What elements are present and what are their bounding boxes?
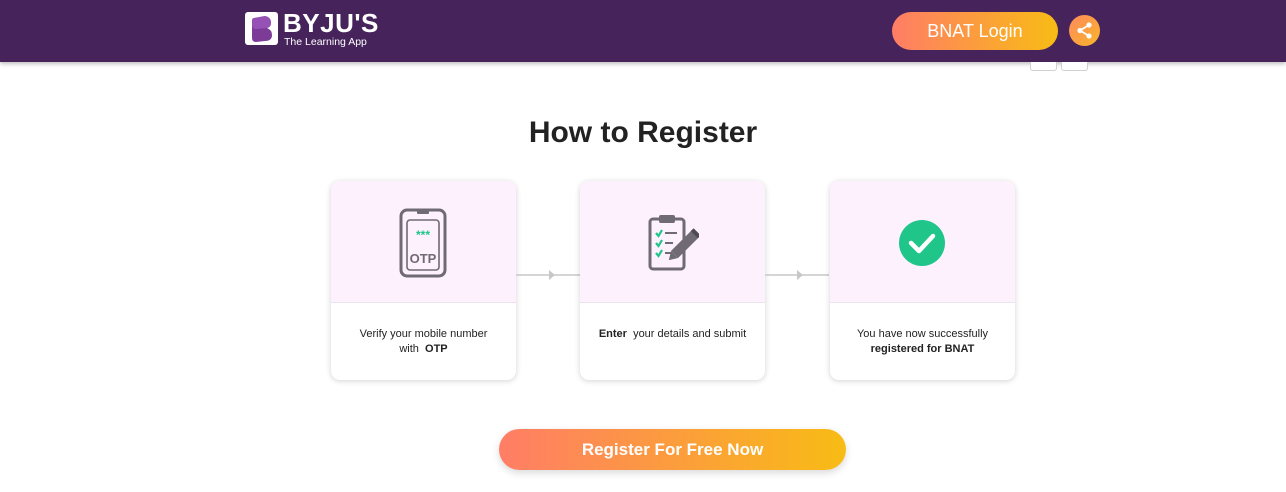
clipboard-checklist-icon — [648, 215, 699, 271]
slider-prev-button[interactable] — [1030, 62, 1057, 71]
section-title: How to Register — [528, 116, 758, 149]
step-description: Verify your mobile number with OTP — [359, 328, 488, 355]
step-description: You have now successfully registered for … — [856, 328, 989, 355]
share-button[interactable] — [1069, 15, 1100, 46]
step-connector-arrow — [516, 270, 580, 280]
step-card-registered: You have now successfully registered for … — [830, 181, 1015, 380]
step-card-verify-mobile: *** OTP Verify your mobile number with O… — [331, 181, 516, 380]
step-card-enter-details: Enter your details and submit — [580, 181, 765, 380]
bnat-login-button[interactable]: BNAT Login — [892, 12, 1058, 50]
svg-text:OTP: OTP — [410, 251, 437, 266]
byjus-logo-mark-icon — [245, 12, 278, 45]
svg-text:***: *** — [416, 228, 430, 242]
step-icon-area: *** OTP — [331, 181, 516, 303]
top-navigation-bar: BYJU'S The Learning App BNAT Login — [0, 0, 1286, 62]
phone-otp-icon: *** OTP — [399, 208, 447, 278]
register-for-free-button[interactable]: Register For Free Now — [499, 429, 846, 470]
brand-tagline: The Learning App — [284, 36, 367, 48]
brand-name: BYJU'S — [283, 8, 379, 38]
check-circle-icon — [899, 220, 945, 266]
step-connector-arrow — [765, 270, 829, 280]
step-icon-area — [580, 181, 765, 303]
share-icon — [1077, 22, 1092, 39]
byjus-logo[interactable]: BYJU'S The Learning App — [245, 8, 385, 49]
slider-next-button[interactable] — [1061, 62, 1088, 71]
step-icon-area — [830, 181, 1015, 303]
step-description: Enter your details and submit — [598, 328, 747, 340]
